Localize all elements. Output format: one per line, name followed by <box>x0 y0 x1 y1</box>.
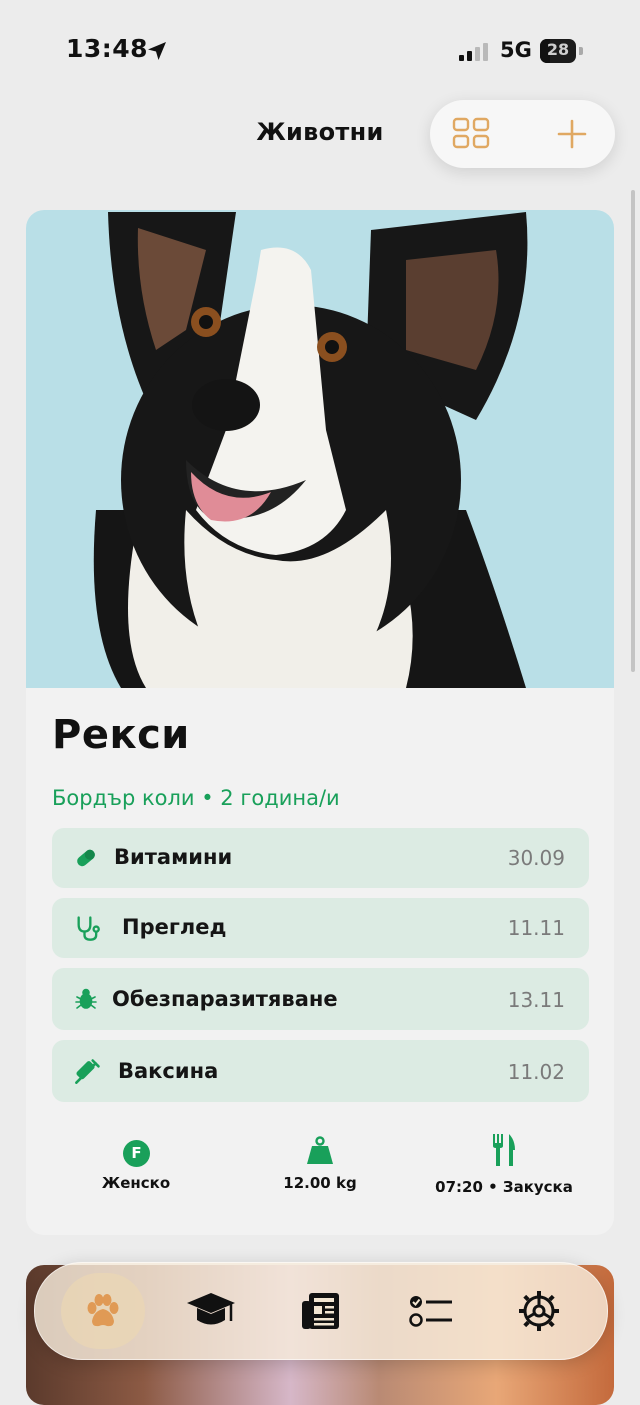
weight-icon <box>307 1136 333 1164</box>
event-row-checkup[interactable]: Преглед 11.11 <box>52 898 589 958</box>
battery-level: 28 <box>546 40 570 59</box>
cellular-signal-icon <box>459 43 491 61</box>
battery-cap <box>579 47 583 55</box>
pet-card[interactable]: Рекси Бордър коли • 2 година/и Витамини … <box>26 210 614 1235</box>
gender-badge-icon: F <box>123 1140 150 1167</box>
feeding-label: 07:20 • Закуска <box>435 1178 573 1196</box>
pill-icon <box>77 849 95 867</box>
battery-icon: 28 <box>540 39 576 63</box>
checklist-icon <box>409 1296 452 1327</box>
network-type: 5G <box>500 38 532 62</box>
header-actions <box>430 100 615 168</box>
weight-info: 12.00 kg <box>240 1132 400 1196</box>
graduation-cap-icon <box>187 1293 235 1325</box>
status-time: 13:48 <box>66 34 149 63</box>
add-pet-icon[interactable] <box>550 114 594 154</box>
event-row-vitamins[interactable]: Витамини 30.09 <box>52 828 589 888</box>
pet-photo <box>26 210 614 688</box>
tab-news[interactable] <box>279 1273 363 1349</box>
gender-label: Женско <box>101 1174 171 1192</box>
event-date: 30.09 <box>507 846 565 870</box>
event-label: Преглед <box>122 915 227 939</box>
pet-breed-age: Бордър коли • 2 година/и <box>52 786 340 810</box>
paw-icon <box>87 1294 119 1327</box>
event-row-deworming[interactable]: Обезпаразитяване 13.11 <box>52 968 589 1030</box>
tab-bar <box>34 1262 608 1360</box>
event-date: 11.02 <box>507 1060 565 1084</box>
tab-settings[interactable] <box>497 1273 581 1349</box>
tab-tasks[interactable] <box>389 1273 473 1349</box>
page-title: Животни <box>256 118 384 146</box>
feeding-info: 07:20 • Закуска <box>424 1132 584 1196</box>
event-label: Ваксина <box>118 1059 219 1083</box>
event-date: 13.11 <box>507 988 565 1012</box>
event-row-vaccine[interactable]: Ваксина 11.02 <box>52 1040 589 1102</box>
fork-knife-icon <box>493 1134 515 1166</box>
pet-name: Рекси <box>52 712 190 758</box>
event-date: 11.11 <box>507 916 565 940</box>
gender-info: F Женско <box>56 1136 216 1196</box>
scrollbar[interactable] <box>631 190 635 672</box>
newspaper-icon <box>302 1293 339 1329</box>
tab-pets[interactable] <box>61 1273 145 1349</box>
event-label: Витамини <box>114 845 233 869</box>
syringe-icon <box>75 1059 100 1084</box>
location-arrow-icon <box>148 42 166 60</box>
grid-view-icon[interactable] <box>450 114 494 154</box>
stethoscope-icon <box>77 916 100 941</box>
event-label: Обезпаразитяване <box>112 987 338 1011</box>
tab-education[interactable] <box>169 1273 253 1349</box>
settings-icon <box>519 1291 559 1331</box>
weight-label: 12.00 kg <box>283 1174 357 1192</box>
bug-icon <box>75 988 97 1009</box>
